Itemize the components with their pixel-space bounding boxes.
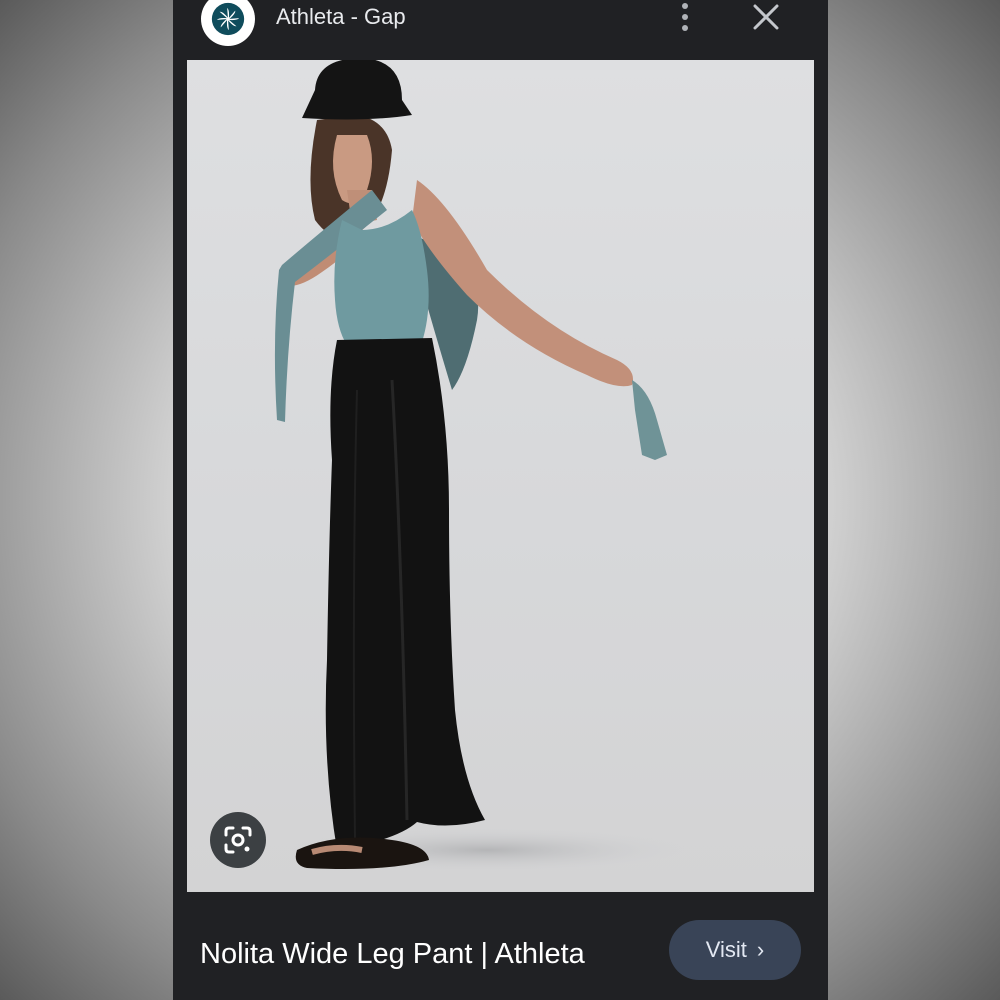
product-title[interactable]: Nolita Wide Leg Pant | Athleta [200,936,585,972]
close-button[interactable] [746,0,786,34]
site-name[interactable]: Athleta - Gap [276,3,406,31]
model-in-wide-leg-pant-image [274,60,687,872]
visit-button[interactable]: Visit › [669,920,801,980]
google-lens-icon [224,826,252,854]
visit-label: Visit [705,937,747,962]
preview-header: Athleta - Gap [173,0,828,60]
athleta-pinwheel-icon [211,2,245,36]
product-photo[interactable] [187,60,814,892]
visual-search-button[interactable] [210,812,266,868]
more-options-button[interactable] [670,0,700,34]
chevron-right-icon: › [756,937,765,962]
close-icon [753,4,779,30]
image-preview-panel: Athleta - Gap Nolita Wide Leg Pant | Ath… [173,0,828,1000]
more-vert-icon [682,3,688,31]
site-logo[interactable] [201,0,255,46]
